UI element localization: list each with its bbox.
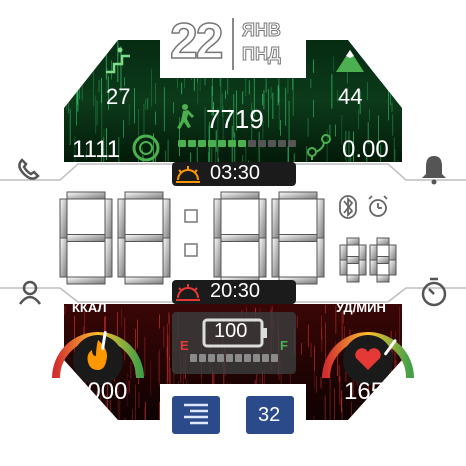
alarm-icon [368,195,388,217]
time-digits [59,191,397,285]
menu-button[interactable] [172,396,220,434]
time-digit [213,191,267,285]
bluetooth-icon [339,195,357,219]
calories-value: 1000 [74,378,128,405]
date-weekday: ПНД [242,44,282,65]
steps-progress-segment [218,140,226,147]
heart-rate-label: УД/МИН [336,300,386,315]
time-colon [184,209,198,257]
steps-progress-segment [278,140,286,147]
distance-value: 0.00 [342,136,389,163]
steps-progress-segment [288,140,296,147]
heart-rate-value: 165 [344,378,385,405]
heart-points-value: 1111 [72,136,121,163]
battery-full-label: F [280,338,288,353]
date-month: ЯНВ [242,20,282,41]
sunrise-time: 03:30 [210,162,261,184]
notifications-count: 32 [258,404,281,426]
timer-icon[interactable] [421,277,447,307]
steps-progress-segment [268,140,276,147]
battery-segment [208,354,215,362]
steps-progress-segment [238,140,246,147]
person-icon[interactable] [18,280,42,305]
steps-progress-segment [188,140,196,147]
time-digit [59,191,113,285]
steps-progress-segment [198,140,206,147]
battery-segment [271,354,278,362]
sunset-time: 20:30 [210,280,261,302]
time-digit [271,191,325,285]
steps-progress-segment [208,140,216,147]
seconds-digit [339,237,367,283]
floors-value: 27 [106,84,131,109]
battery-segment [199,354,206,362]
seconds-digit [369,237,397,283]
battery-empty-label: E [180,338,189,353]
watch-face [0,18,466,434]
date-day: 22 [169,12,224,70]
battery-value: 100 [214,320,248,342]
battery-segment [235,354,242,362]
battery-segment [262,354,269,362]
calories-label: ККАЛ [72,300,107,315]
steps-progress-segment [228,140,236,147]
battery-segment [253,354,260,362]
steps-progress-segment [248,140,256,147]
altitude-value: 44 [338,84,363,109]
phone-icon[interactable] [18,158,40,180]
steps-value: 7719 [206,104,264,134]
steps-progress-segment [258,140,266,147]
steps-progress-segment [178,140,186,147]
battery-segment [244,354,251,362]
battery-segment [226,354,233,362]
time-digit [117,191,171,285]
battery-segment [217,354,224,362]
battery-segment [190,354,197,362]
